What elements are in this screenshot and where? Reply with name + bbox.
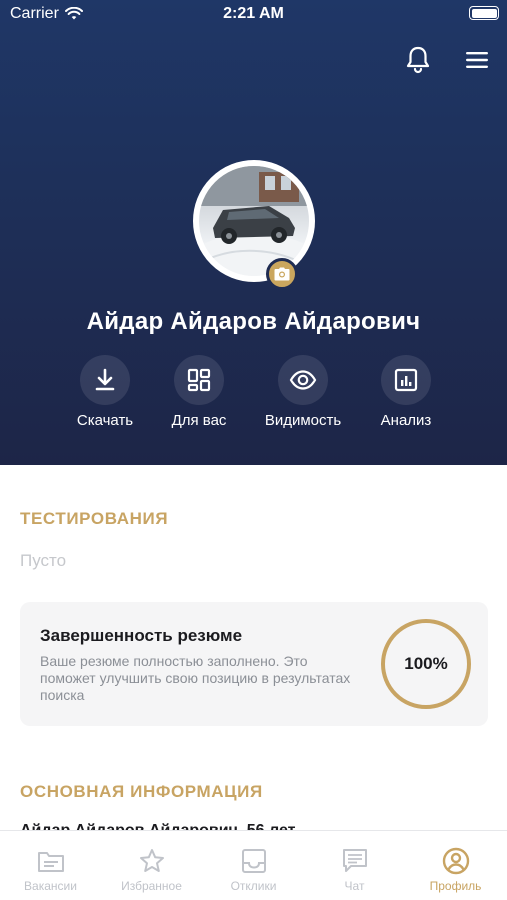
battery-icon (469, 6, 499, 20)
bottom-tab-bar: Вакансии Избранное Отклики Чат Профиль (0, 830, 507, 900)
profile-header: Carrier 2:21 AM Айдар Айдаров Айдарович … (0, 0, 507, 465)
tab-favorites-label: Избранное (121, 879, 182, 893)
tab-vacancies-label: Вакансии (24, 879, 77, 893)
completeness-progress-ring: 100% (381, 619, 471, 709)
tab-responses[interactable]: Отклики (203, 831, 304, 900)
visibility-action[interactable]: Видимость (248, 355, 358, 429)
for-you-action[interactable]: Для вас (144, 355, 254, 429)
status-time: 2:21 AM (223, 5, 284, 22)
grid-icon (187, 368, 211, 392)
notifications-bell-icon[interactable] (402, 44, 434, 76)
completeness-percent: 100% (404, 654, 448, 673)
chat-icon (342, 849, 367, 872)
visibility-label: Видимость (264, 412, 342, 429)
star-icon (139, 849, 164, 872)
testing-empty-text: Пусто (20, 551, 67, 570)
basic-info-section-title: ОСНОВНАЯ ИНФОРМАЦИЯ (20, 782, 263, 801)
completeness-title: Завершенность резюме (40, 626, 243, 645)
testing-section-title: ТЕСТИРОВАНИЯ (20, 509, 169, 528)
status-bar: Carrier 2:21 AM (0, 0, 507, 30)
profile-name: Айдар Айдаров Айдарович (86, 308, 421, 335)
for-you-label: Для вас (171, 412, 227, 429)
download-icon (95, 368, 115, 391)
analysis-action[interactable]: Анализ (351, 355, 461, 429)
hamburger-menu-icon[interactable] (461, 44, 493, 76)
profile-actions: Скачать Для вас Видимость Анализ (0, 355, 507, 435)
tab-vacancies[interactable]: Вакансии (0, 831, 101, 900)
avatar[interactable] (193, 160, 315, 282)
tab-responses-label: Отклики (230, 879, 277, 893)
tab-chat[interactable]: Чат (304, 831, 405, 900)
tab-profile[interactable]: Профиль (405, 831, 506, 900)
avatar-photo (199, 166, 309, 276)
resume-completeness-card[interactable]: Завершенность резюме Ваше резюме полност… (20, 602, 488, 726)
profile-icon (442, 847, 469, 875)
tab-profile-label: Профиль (429, 879, 482, 893)
inbox-icon (241, 849, 266, 873)
document-icon (37, 852, 64, 872)
tab-chat-label: Чат (344, 879, 365, 893)
analysis-label: Анализ (380, 412, 432, 429)
tab-favorites[interactable]: Избранное (101, 831, 202, 900)
eye-icon (289, 370, 317, 390)
analytics-icon (394, 368, 418, 392)
completeness-description: Ваше резюме полностью заполнено. Это пом… (40, 653, 351, 703)
change-photo-camera-icon[interactable] (266, 258, 298, 290)
